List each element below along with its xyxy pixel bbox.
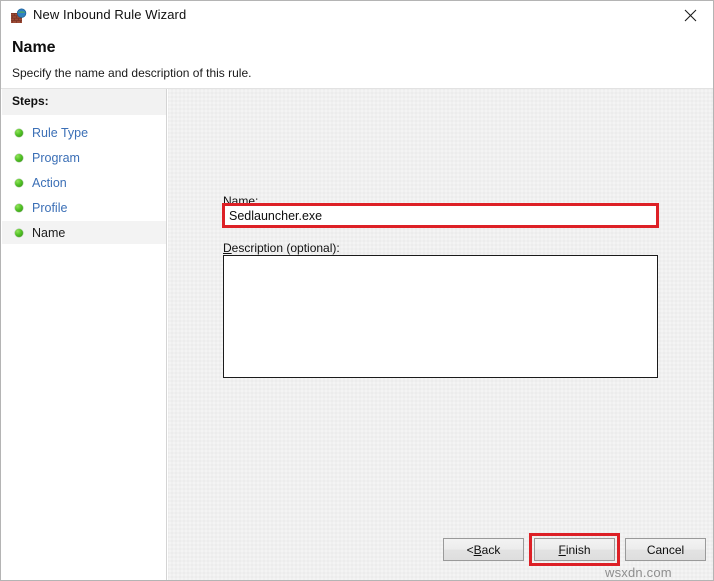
page-header: Name Specify the name and description of… [2,31,713,89]
finish-button-accel: F [558,542,566,557]
steps-sidebar: Steps: Rule Type Program Action Profile … [2,89,167,580]
description-label-rest: escription (optional): [231,241,340,255]
name-input[interactable] [225,206,656,225]
sidebar-item-rule-type[interactable]: Rule Type [2,121,166,144]
new-inbound-rule-wizard-window: New Inbound Rule Wizard Name Specify the… [0,0,714,581]
back-button-prefix: < [466,542,474,557]
step-bullet-icon [15,204,23,212]
description-field-frame [223,255,658,378]
sidebar-item-label: Program [32,150,80,165]
sidebar-item-action[interactable]: Action [2,171,166,194]
finish-button[interactable]: Finish [534,538,615,561]
back-button-accel: B [473,542,482,557]
cancel-button[interactable]: Cancel [625,538,706,561]
sidebar-item-label: Name [32,225,66,240]
sidebar-item-name[interactable]: Name [2,221,166,244]
firewall-globe-icon [10,8,27,25]
watermark: wsxdn.com [605,565,672,580]
description-label-accel: D [223,241,232,255]
sidebar-item-label: Profile [32,200,68,215]
steps-header: Steps: [2,89,166,116]
sidebar-item-label: Action [32,175,67,190]
close-icon[interactable] [668,1,713,30]
finish-button-rest: inish [565,542,591,557]
step-bullet-icon [15,129,23,137]
name-field-highlight [222,203,659,228]
back-button-rest: ack [481,542,501,557]
page-subtitle: Specify the name and description of this… [12,66,252,80]
main-content: Name: Description (optional): < Back Fin… [168,89,713,580]
title-bar: New Inbound Rule Wizard [1,1,713,32]
window-title: New Inbound Rule Wizard [33,7,187,22]
sidebar-item-label: Rule Type [32,125,89,140]
step-bullet-icon [15,229,23,237]
step-bullet-icon [15,179,23,187]
sidebar-item-profile[interactable]: Profile [2,196,166,219]
description-input[interactable] [224,256,657,377]
sidebar-item-program[interactable]: Program [2,146,166,169]
back-button[interactable]: < Back [443,538,524,561]
steps-header-label: Steps: [12,94,49,108]
description-field-label: Description (optional): [223,241,340,255]
page-title: Name [12,39,56,56]
step-bullet-icon [15,154,23,162]
